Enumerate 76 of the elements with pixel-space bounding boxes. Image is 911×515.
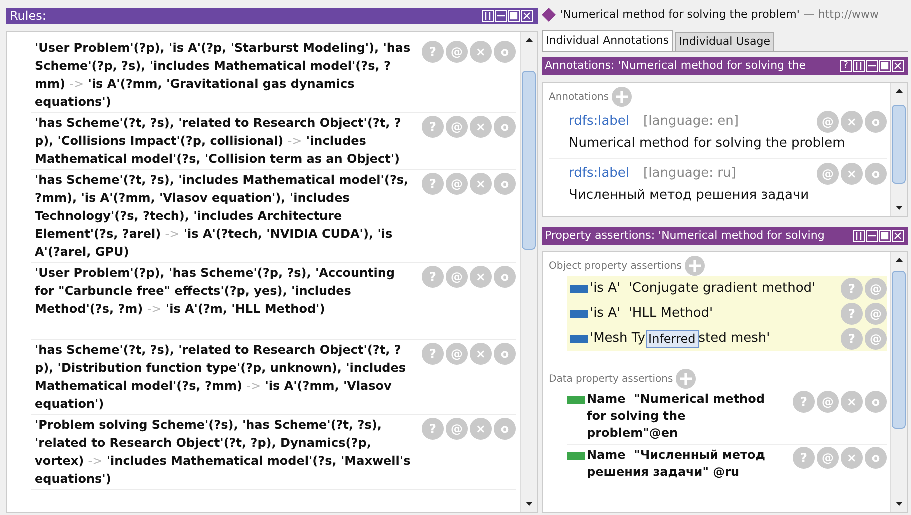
action-button[interactable]: × xyxy=(841,162,863,184)
assertion-text: Name "Numerical method for solving the problem"@en xyxy=(587,391,766,442)
action-button[interactable]: @ xyxy=(446,418,468,440)
rule-text: 'has Scheme'(?t, ?s), 'includes Mathematical model'(?s, ?mm), 'is A'(?mm, 'Vlasov equation'), 'includes Technology'(?s, ?tech), 'includes Architecture Element'(?s, ?arel) -> 'is A'(?tech, 'NVIDIA CUDA'), 'is A'(?arel, GPU) xyxy=(35,172,410,261)
action-button[interactable]: @ xyxy=(446,173,468,195)
action-button[interactable]: × xyxy=(841,447,863,469)
action-button[interactable]: @ xyxy=(446,343,468,365)
action-button[interactable]: ? xyxy=(422,418,444,440)
rule-text: 'Problem solving Scheme'(?s), 'has Scheme'(?t, ?s), 'related to Research Object'(?t, ?p), Dynamics(?p, vortex) -> 'includes Mathematical model'(?s, 'Maxwell's equations') xyxy=(35,417,412,488)
action-button[interactable]: @ xyxy=(446,266,468,288)
action-button[interactable]: ? xyxy=(422,116,444,138)
section-label: Annotations xyxy=(549,90,610,104)
action-button[interactable]: × xyxy=(470,116,492,138)
action-button[interactable]: ? xyxy=(841,302,863,324)
rule-text: 'has Scheme'(?t, ?s), 'related to Research Object'(?t, ?p), 'Distribution function type'(?p, unknown), 'includes Mathematical model'(?s, ?mm) -> 'is A'(?mm, 'Vlasov equation') xyxy=(35,342,408,413)
window-controls-icon[interactable] xyxy=(482,10,534,22)
annotation-value: Numerical method for solving the problem xyxy=(569,135,846,153)
tab[interactable]: Individual Usage xyxy=(675,32,774,51)
assertion-text: 'is A' 'HLL Method' xyxy=(590,304,714,323)
action-button[interactable]: @ xyxy=(446,41,468,63)
assertion-text: 'Mesh Ty xyxy=(590,330,646,348)
panel-title: Property assertions: 'Numerical method for solving xyxy=(545,228,825,244)
annotation-value: Численный метод решения задачи xyxy=(569,186,810,204)
action-button[interactable]: × xyxy=(470,173,492,195)
action-button[interactable]: @ xyxy=(817,391,839,413)
diamond-icon xyxy=(542,8,556,22)
scroll-thumb[interactable] xyxy=(892,104,906,184)
action-button[interactable]: @ xyxy=(817,447,839,469)
action-button[interactable]: ? xyxy=(793,391,815,413)
action-button[interactable]: @ xyxy=(865,328,887,350)
scroll-thumb[interactable] xyxy=(892,271,906,430)
action-button[interactable]: ? xyxy=(422,173,444,195)
action-button[interactable]: @ xyxy=(817,162,839,184)
section-label: Object property assertions xyxy=(549,260,682,274)
action-button[interactable]: ? xyxy=(793,447,815,469)
help-button[interactable]: ? xyxy=(840,60,852,72)
panel-title: Annotations: 'Numerical method for solving the xyxy=(545,58,806,74)
action-button[interactable]: ? xyxy=(841,278,863,300)
annotation-language: [language: en] xyxy=(644,113,739,132)
action-button[interactable]: × xyxy=(470,41,492,63)
action-button[interactable]: × xyxy=(470,343,492,365)
action-button[interactable]: × xyxy=(470,418,492,440)
action-button[interactable]: × xyxy=(841,391,863,413)
object-property-icon xyxy=(570,284,588,292)
entity-title: 'Numerical method for solving the problem' xyxy=(560,6,800,23)
action-button[interactable]: ? xyxy=(422,343,444,365)
action-button[interactable]: @ xyxy=(865,302,887,324)
rule-text: 'User Problem'(?p), 'is A'(?p, 'Starburst Modeling'), 'has Scheme'(?p, ?s), 'includes Mathematical model'(?s, ?mm) -> 'is A'(?mm, 'Gravitational gas dynamics equations') xyxy=(35,40,412,111)
annotation-property[interactable]: rdfs:label xyxy=(569,164,630,184)
tooltip: Inferred xyxy=(646,330,699,348)
rule-text: 'User Problem'(?p), 'has Scheme'(?p, ?s), 'Accounting for "Carbuncle free" effects'(?p, yes), 'includes Method'(?s, ?m) -> 'is A'(?m, 'HLL Method') xyxy=(35,265,396,318)
window-controls-icon[interactable] xyxy=(853,60,905,72)
object-property-icon xyxy=(570,334,588,342)
scroll-thumb[interactable] xyxy=(522,71,536,250)
panel-title: Rules: xyxy=(10,10,46,22)
action-button[interactable]: ? xyxy=(422,41,444,63)
data-property-icon xyxy=(567,452,585,460)
annotation-property[interactable]: rdfs:label xyxy=(569,112,630,132)
tab[interactable]: Individual Annotations xyxy=(542,30,674,51)
entity-iri: — http://www xyxy=(804,6,880,23)
assertion-text: Name "Численный метод решения задачи" @ru xyxy=(587,447,766,481)
action-button[interactable]: @ xyxy=(446,116,468,138)
action-button[interactable]: ? xyxy=(422,266,444,288)
action-button[interactable]: × xyxy=(470,266,492,288)
rule-text: 'has Scheme'(?t, ?s), 'related to Research Object'(?t, ?p), 'Collisions Impact'(?p, collisional) -> 'includes Mathematical model'(?s, 'Collision term as an Object') xyxy=(35,115,402,168)
object-property-icon xyxy=(570,310,588,318)
assertion-text: sted mesh' xyxy=(698,330,770,348)
action-button[interactable]: @ xyxy=(865,278,887,300)
data-property-icon xyxy=(567,396,585,404)
assertion-text: 'is A' 'Conjugate gradient method' xyxy=(590,280,816,298)
section-label: Data property assertions xyxy=(549,372,674,386)
action-button[interactable]: @ xyxy=(817,111,839,133)
action-button[interactable]: × xyxy=(841,111,863,133)
action-button[interactable]: ? xyxy=(841,328,863,350)
window-controls-icon[interactable] xyxy=(853,230,905,242)
annotation-language: [language: ru] xyxy=(644,164,736,183)
